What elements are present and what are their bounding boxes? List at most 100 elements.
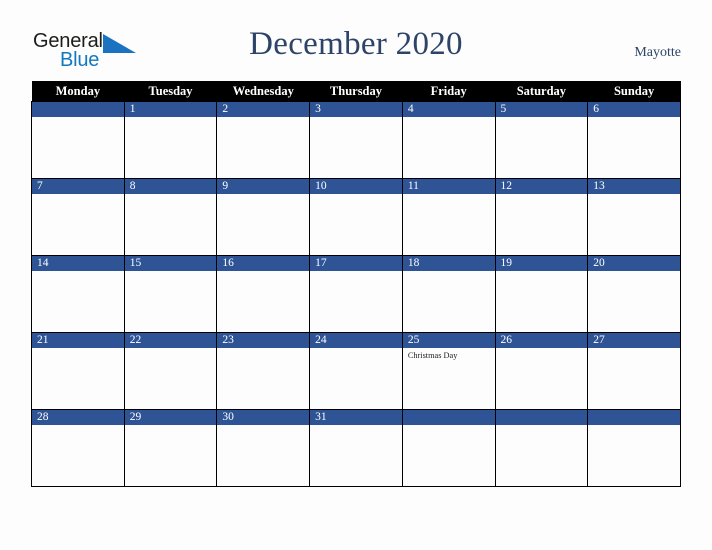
calendar-day-cell[interactable]: 7 (31, 178, 125, 256)
day-number: 1 (125, 102, 216, 117)
event-label: Christmas Day (407, 351, 458, 360)
calendar-day-cell[interactable]: 13 (587, 178, 681, 256)
calendar-day-cell[interactable]: 18 (401, 255, 496, 333)
day-events (496, 194, 587, 196)
day-number: 28 (32, 410, 124, 425)
calendar-day-cell[interactable]: 12 (494, 178, 589, 256)
calendar-empty-cell[interactable] (494, 409, 589, 487)
calendar-empty-cell[interactable] (587, 409, 681, 487)
day-number: 2 (217, 102, 309, 117)
day-number: 23 (217, 333, 309, 348)
day-number: 22 (125, 333, 216, 348)
day-events (218, 348, 309, 350)
weekday-header-wednesday: Wednesday (216, 81, 310, 102)
calendar-day-cell[interactable]: 27 (587, 332, 681, 410)
day-number: 12 (496, 179, 587, 194)
day-events (218, 425, 309, 427)
day-number: 20 (588, 256, 680, 271)
day-number: 26 (496, 333, 587, 348)
day-events (496, 348, 587, 350)
day-events (496, 117, 587, 119)
day-number: 8 (125, 179, 216, 194)
calendar-day-cell[interactable]: 26 (494, 332, 589, 410)
day-events (125, 117, 216, 119)
day-events (32, 425, 123, 427)
day-number: 31 (310, 410, 402, 425)
calendar-day-cell[interactable]: 28 (31, 409, 125, 487)
day-events (311, 271, 402, 273)
calendar-day-cell[interactable]: 22 (123, 332, 218, 410)
day-events (125, 194, 216, 196)
weekday-header-friday: Friday (402, 81, 496, 102)
calendar-day-cell[interactable]: 30 (216, 409, 311, 487)
day-events (403, 271, 494, 273)
day-number: 13 (588, 179, 680, 194)
day-number: 14 (32, 256, 124, 271)
calendar-day-cell[interactable]: 2 (216, 101, 311, 179)
calendar-day-cell[interactable]: 19 (494, 255, 589, 333)
calendar-day-cell[interactable]: 20 (587, 255, 681, 333)
day-number: 11 (403, 179, 495, 194)
calendar-day-cell[interactable]: 11 (401, 178, 496, 256)
day-events (311, 194, 402, 196)
page-header: General Blue December 2020 Mayotte (0, 0, 712, 78)
day-number (403, 410, 495, 425)
day-events (125, 425, 216, 427)
day-events (589, 425, 680, 427)
calendar-day-cell[interactable]: 24 (309, 332, 403, 410)
day-number: 25 (403, 333, 495, 348)
day-number: 27 (588, 333, 680, 348)
day-events (403, 425, 494, 427)
region-label: Mayotte (634, 45, 681, 60)
calendar-day-cell[interactable]: 23 (216, 332, 311, 410)
day-events (218, 117, 309, 119)
calendar-day-cell[interactable]: 15 (123, 255, 218, 333)
calendar-week-row: 14 15 16 17 18 19 20 (31, 255, 681, 333)
day-number (588, 410, 680, 425)
calendar-day-cell[interactable]: 31 (309, 409, 403, 487)
day-events (589, 271, 680, 273)
calendar-day-cell[interactable]: 6 (587, 101, 681, 179)
calendar-day-cell[interactable]: 10 (309, 178, 403, 256)
weekday-header-sunday: Sunday (587, 81, 681, 102)
day-number (32, 102, 124, 117)
day-number: 16 (217, 256, 309, 271)
day-events: Christmas Day (403, 348, 494, 361)
calendar-day-cell[interactable]: 29 (123, 409, 218, 487)
calendar-day-cell[interactable]: 17 (309, 255, 403, 333)
calendar-day-cell[interactable]: 25 Christmas Day (401, 332, 496, 410)
day-events (589, 194, 680, 196)
calendar-day-cell[interactable]: 5 (494, 101, 589, 179)
weekday-header-thursday: Thursday (309, 81, 403, 102)
day-events (32, 348, 123, 350)
calendar-empty-cell[interactable] (31, 101, 125, 179)
calendar-day-cell[interactable]: 21 (31, 332, 125, 410)
calendar-day-cell[interactable]: 9 (216, 178, 311, 256)
day-events (125, 271, 216, 273)
day-number: 9 (217, 179, 309, 194)
calendar-week-row: 21 22 23 24 25 Christmas Day 26 27 (31, 332, 681, 410)
calendar-day-cell[interactable]: 14 (31, 255, 125, 333)
day-number: 17 (310, 256, 402, 271)
day-events (589, 348, 680, 350)
day-number: 29 (125, 410, 216, 425)
day-number: 6 (588, 102, 680, 117)
calendar-empty-cell[interactable] (401, 409, 496, 487)
calendar-day-cell[interactable]: 3 (309, 101, 403, 179)
weekday-header-saturday: Saturday (495, 81, 588, 102)
day-number: 4 (403, 102, 495, 117)
day-number: 15 (125, 256, 216, 271)
day-events (218, 194, 309, 196)
calendar-day-cell[interactable]: 8 (123, 178, 218, 256)
calendar-week-row: 28 29 30 31 (31, 409, 681, 487)
day-events (403, 117, 494, 119)
day-number: 21 (32, 333, 124, 348)
day-number: 7 (32, 179, 124, 194)
day-number: 24 (310, 333, 402, 348)
calendar-day-cell[interactable]: 4 (401, 101, 496, 179)
calendar-day-cell[interactable]: 16 (216, 255, 311, 333)
page-title: December 2020 (249, 26, 463, 62)
day-number: 30 (217, 410, 309, 425)
weekday-header-monday: Monday (31, 81, 125, 102)
calendar-day-cell[interactable]: 1 (123, 101, 218, 179)
